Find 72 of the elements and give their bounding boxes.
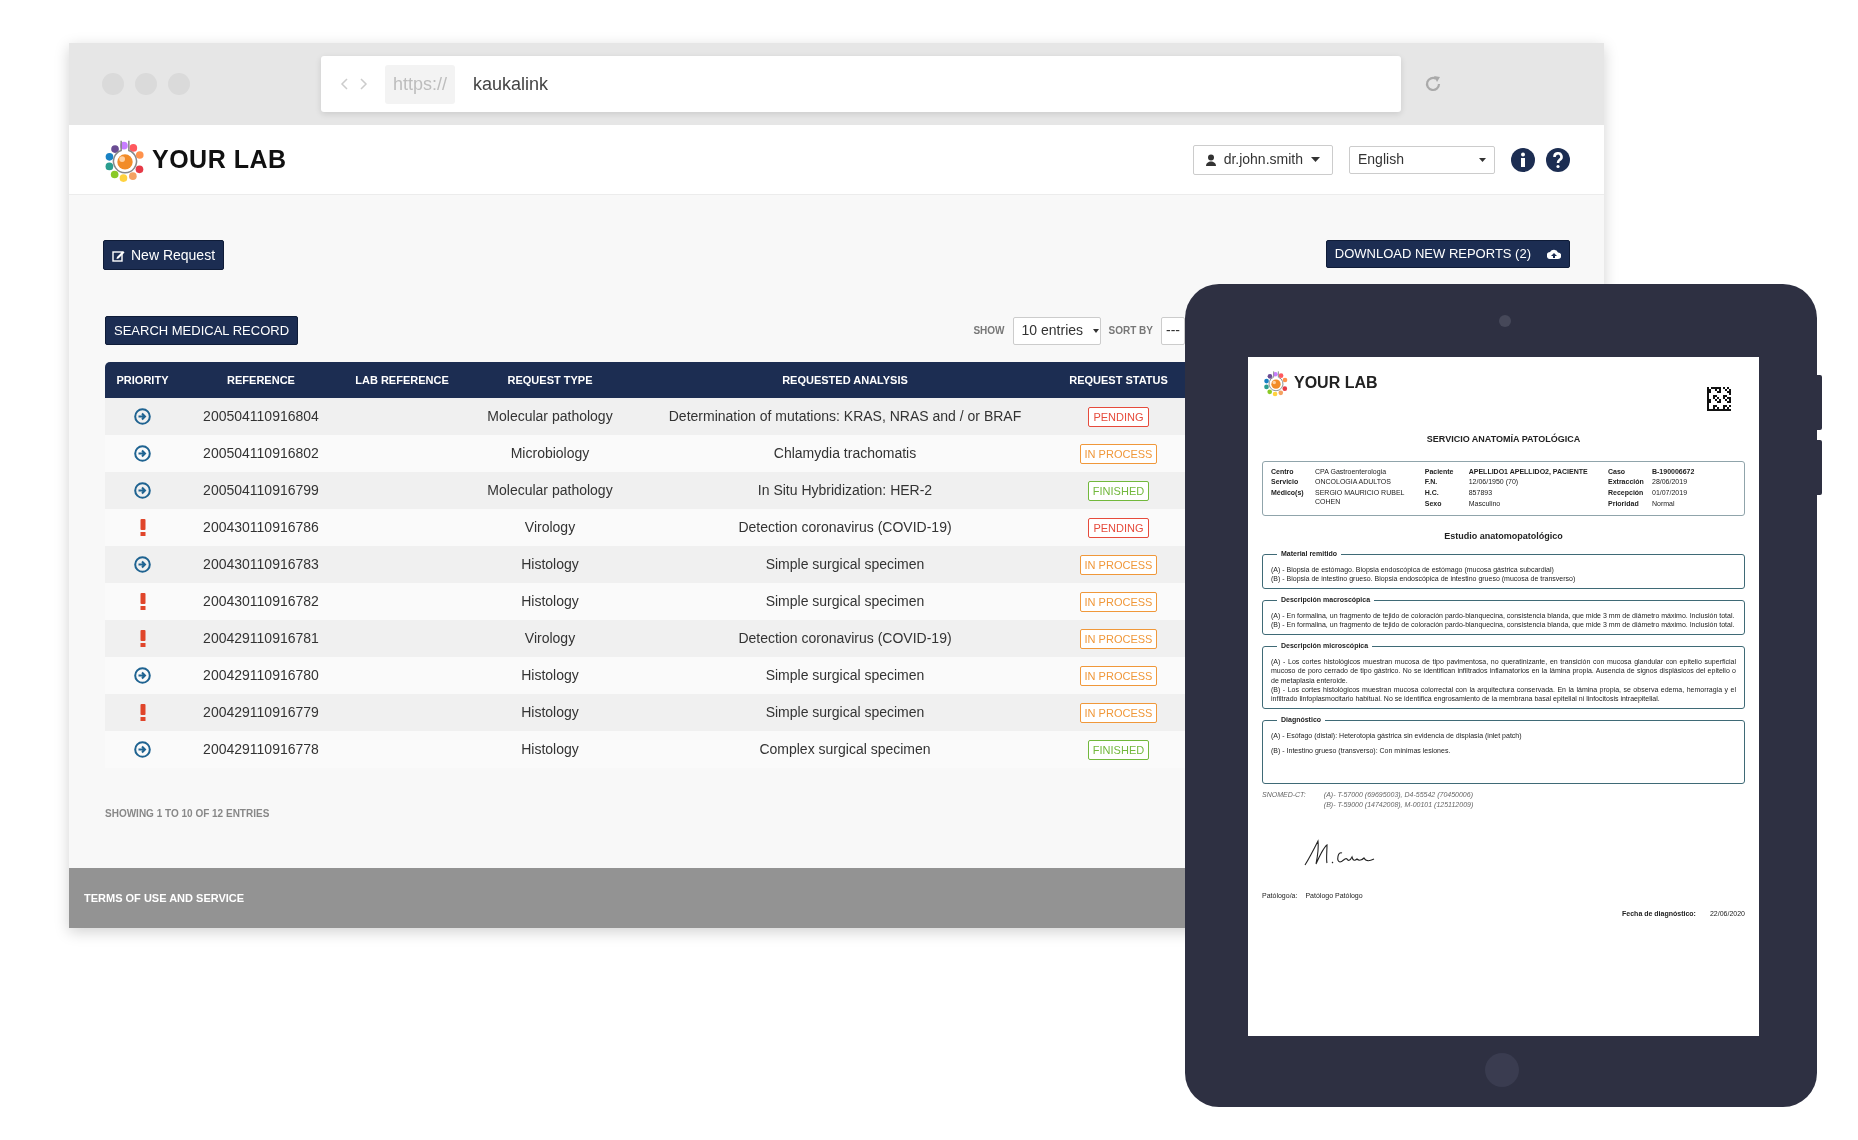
sort-select[interactable]: --- — [1161, 316, 1185, 345]
caret-icon — [1311, 157, 1320, 162]
request-type-cell: Virology — [462, 509, 638, 546]
logo-icon — [1262, 369, 1290, 397]
reference-cell: 200504110916804 — [180, 398, 342, 435]
reference-cell: 200504110916802 — [180, 435, 342, 472]
reference-cell: 200430110916782 — [180, 583, 342, 620]
request-type-cell: Microbiology — [462, 435, 638, 472]
logo-text: YOUR LAB — [152, 143, 287, 175]
analysis-cell: In Situ Hybridization: HER-2 — [638, 472, 1052, 509]
analysis-cell: Simple surgical specimen — [638, 583, 1052, 620]
status-badge: IN PROCESS — [1079, 702, 1158, 724]
status-badge: PENDING — [1088, 517, 1149, 539]
column-header: REQUEST TYPE — [462, 362, 638, 398]
edit-icon — [112, 248, 125, 262]
info-icon[interactable] — [1511, 147, 1535, 172]
report-title: SERVICIO ANATOMÍA PATOLÓGICA — [1425, 433, 1582, 446]
download-reports-button[interactable]: DOWNLOAD NEW REPORTS (2) — [1325, 240, 1570, 268]
status-badge: IN PROCESS — [1079, 591, 1158, 613]
reference-cell: 200429110916779 — [180, 694, 342, 731]
back-icon[interactable] — [339, 77, 349, 91]
status-badge: FINISHED — [1087, 739, 1150, 761]
reference-cell: 200430110916783 — [180, 546, 342, 583]
caret-icon — [1093, 328, 1100, 333]
analysis-cell: Simple surgical specimen — [638, 694, 1052, 731]
reference-cell: 200429110916780 — [180, 657, 342, 694]
url-text: kaukalink — [473, 72, 549, 96]
column-header: PRIORITY — [105, 362, 180, 398]
show-label: SHOW — [973, 324, 1005, 338]
request-type-cell: Histology — [462, 583, 638, 620]
analysis-cell: Simple surgical specimen — [638, 657, 1052, 694]
request-type-cell: Histology — [462, 694, 638, 731]
study-title: Estudio anatomopatológico — [1443, 529, 1564, 543]
sort-by-label: SORT BY — [1108, 324, 1153, 338]
new-request-button[interactable]: New Request — [103, 240, 225, 270]
request-type-cell: Virology — [462, 620, 638, 657]
tablet-camera — [1499, 315, 1511, 327]
status-badge: IN PROCESS — [1079, 665, 1158, 687]
column-header: LAB REFERENCE — [342, 362, 462, 398]
reference-cell: 200430110916786 — [180, 509, 342, 546]
reload-icon[interactable] — [1423, 74, 1443, 94]
status-badge: IN PROCESS — [1079, 443, 1158, 465]
analysis-cell: Detection coronavirus (COVID-19) — [638, 620, 1052, 657]
user-icon — [1205, 153, 1216, 166]
reference-cell: 200504110916799 — [180, 472, 342, 509]
column-header: REFERENCE — [180, 362, 342, 398]
language-select[interactable]: English — [1349, 145, 1495, 174]
cloud-icon — [1547, 249, 1561, 259]
user-menu-button[interactable]: dr.john.smith — [1192, 144, 1333, 175]
forward-icon[interactable] — [359, 77, 369, 91]
status-badge: FINISHED — [1087, 480, 1150, 502]
column-header: REQUESTED ANALYSIS — [638, 362, 1052, 398]
help-icon[interactable] — [1546, 147, 1570, 172]
logo-text: YOUR LAB — [1294, 373, 1378, 393]
search-medical-record-button[interactable]: SEARCH MEDICAL RECORD — [105, 316, 299, 345]
reference-cell: 200429110916781 — [180, 620, 342, 657]
status-badge: PENDING — [1088, 406, 1149, 428]
column-header: REQUEST STATUS — [1052, 362, 1185, 398]
status-badge: IN PROCESS — [1079, 628, 1158, 650]
analysis-cell: Chlamydia trachomatis — [638, 435, 1052, 472]
entries-select[interactable]: 10 entries — [1012, 316, 1101, 345]
request-type-cell: Histology — [462, 546, 638, 583]
table-info-text: SHOWING 1 TO 10 OF 12 ENTRIES — [105, 807, 271, 821]
request-type-cell: Histology — [462, 657, 638, 694]
caret-icon — [1479, 157, 1486, 162]
request-type-cell: Molecular pathology — [462, 398, 638, 435]
status-badge: IN PROCESS — [1079, 554, 1158, 576]
analysis-cell: Detection coronavirus (COVID-19) — [638, 509, 1052, 546]
analysis-cell: Simple surgical specimen — [638, 546, 1052, 583]
analysis-cell: Determination of mutations: KRAS, NRAS and / or BRAF — [638, 398, 1052, 435]
matrix-code-icon — [1707, 387, 1731, 411]
request-type-cell: Molecular pathology — [462, 472, 638, 509]
